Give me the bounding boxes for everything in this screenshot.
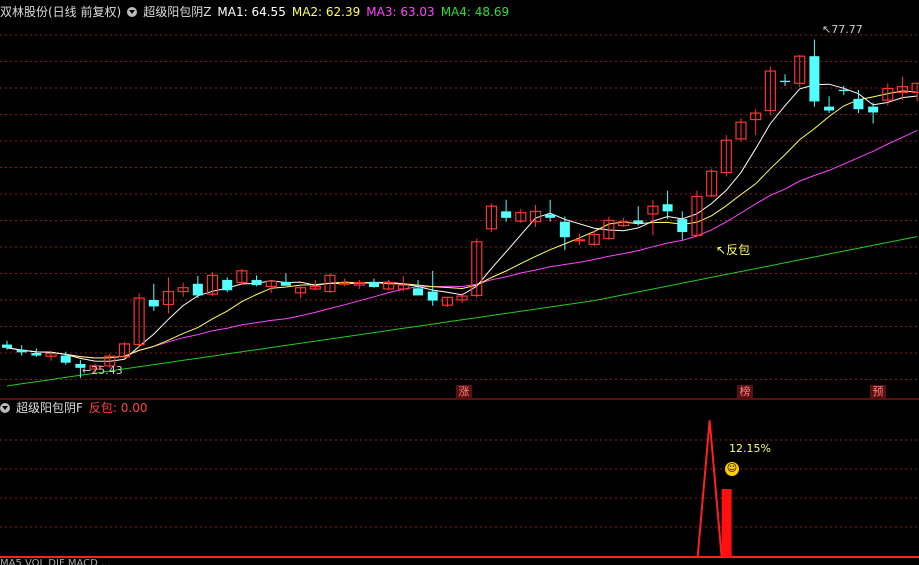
fanbao-spike <box>696 420 723 558</box>
candle-body-down <box>633 220 644 224</box>
candle-body-down <box>192 283 203 296</box>
candle-body-down <box>838 89 849 92</box>
candle-body-up <box>573 239 586 242</box>
forecast-tag: 预 <box>870 385 886 399</box>
smiley-icon: ☺ <box>725 462 739 476</box>
candle-body-down <box>222 279 233 291</box>
candle-body-down <box>16 349 27 353</box>
leaderboard-tag: 榜 <box>737 385 753 399</box>
candle-body-down <box>559 221 570 238</box>
candle-body-down <box>853 98 864 110</box>
high-price-label: ↖77.77 <box>822 23 863 36</box>
candle-body-down <box>251 279 262 286</box>
candle-body-down <box>427 291 438 301</box>
pct-label: 12.15% <box>729 442 771 455</box>
candle-body-down <box>545 214 556 218</box>
candle-body-up <box>339 282 351 285</box>
candle-body-down <box>2 344 12 348</box>
candle-body-down <box>809 56 820 102</box>
signal-bar <box>721 489 732 557</box>
fanbao-signal-label: ↖反包 <box>716 243 751 257</box>
low-price-label: ←25.43 <box>82 364 123 377</box>
high-arrow-icon: ↖ <box>822 23 832 36</box>
low-arrow-icon: ← <box>82 364 92 377</box>
candle-body-down <box>148 299 159 307</box>
candle-body-down <box>413 288 424 296</box>
candle-body-down <box>780 80 791 83</box>
price-chart[interactable] <box>0 0 919 565</box>
candle-body-down <box>662 204 673 212</box>
candle-body-down <box>501 211 512 218</box>
candle-body-down <box>280 281 291 286</box>
candle-body-down <box>824 106 835 111</box>
candle-body-down <box>60 355 71 363</box>
candle-body-down <box>369 281 379 288</box>
candle-body-down <box>31 352 42 356</box>
signal-arrow-icon: ↖ <box>716 243 727 257</box>
footer-strip: MA5 VOL DIF MACD ... <box>0 558 111 565</box>
limit-up-tag: 涨 <box>456 385 472 399</box>
candle-body-down <box>868 106 879 113</box>
candle-body-down <box>677 219 688 233</box>
